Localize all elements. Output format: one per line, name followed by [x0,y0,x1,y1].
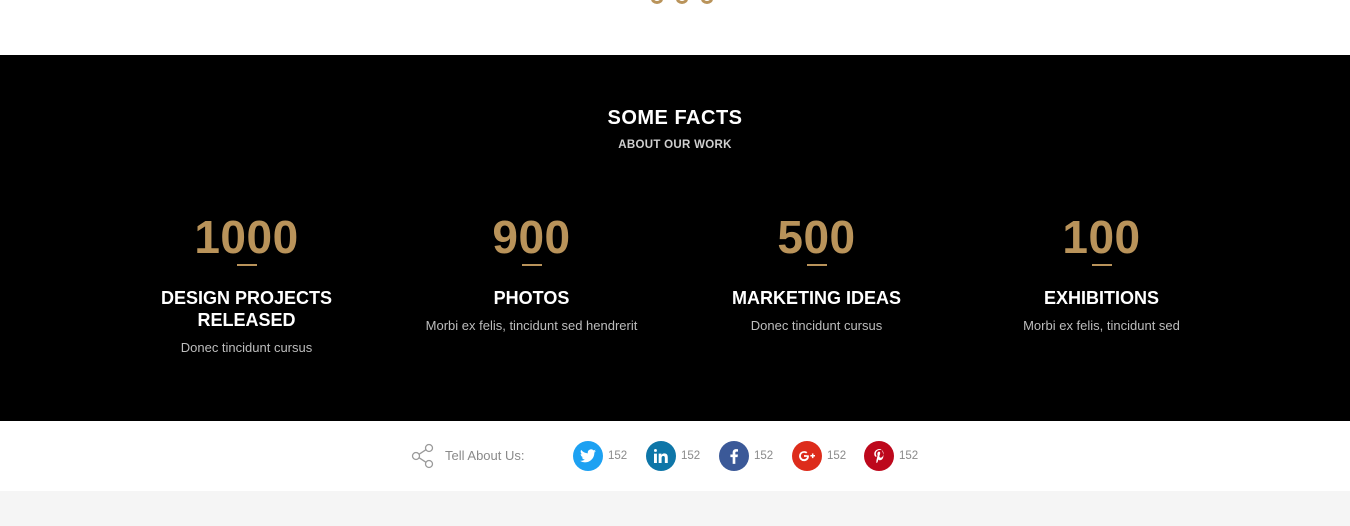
stat-item: 100 EXHIBITIONS Morbi ex felis, tincidun… [959,210,1244,335]
share-pinterest[interactable]: 152 [864,440,918,472]
top-section [0,0,1350,55]
stat-item: 900 PHOTOS Morbi ex felis, tincidunt sed… [389,210,674,335]
share-count: 152 [827,450,847,462]
slider-pagination [0,0,1350,4]
stat-divider [1091,264,1112,266]
stat-description: Morbi ex felis, tincidunt sed hendrerit [425,318,638,333]
stat-number: 900 [492,211,571,263]
stat-title: PHOTOS [493,288,570,308]
slider-dot[interactable] [676,0,688,4]
share-label: Tell About Us: [445,448,525,463]
slider-dot[interactable] [651,0,663,4]
share-facebook[interactable]: 152 [719,440,773,472]
stat-number: 100 [1062,211,1141,263]
share-icon [411,443,435,469]
share-count: 152 [754,450,774,462]
stat-divider [806,264,827,266]
share-count: 152 [899,450,919,462]
share-count: 152 [681,450,701,462]
stat-number: 1000 [194,211,299,263]
bottom-section [0,491,1350,526]
linkedin-icon[interactable] [646,441,676,471]
share-bar: Tell About Us: 152 152 152 152 152 [0,421,1350,491]
facts-title: SOME FACTS [607,107,743,129]
share-count: 152 [608,450,628,462]
slider-dot[interactable] [701,0,713,4]
stat-title: DESIGN PROJECTS RELEASED [160,288,333,330]
google-plus-icon[interactable] [792,441,822,471]
share-google-plus[interactable]: 152 [792,440,846,472]
facts-section: SOME FACTS ABOUT OUR WORK 1000 DESIGN PR… [0,55,1350,421]
stat-description: Donec tincidunt cursus [180,340,313,355]
facts-subtitle: ABOUT OUR WORK [618,139,732,151]
twitter-icon[interactable] [573,441,603,471]
stat-title: MARKETING IDEAS [731,288,901,308]
stat-divider [521,264,542,266]
stat-item: 1000 DESIGN PROJECTS RELEASED Donec tinc… [104,210,389,357]
stat-divider [236,264,257,266]
stat-description: Donec tincidunt cursus [750,318,883,333]
stat-description: Morbi ex felis, tincidunt sed [1023,318,1180,333]
facebook-icon[interactable] [719,441,749,471]
stat-item: 500 MARKETING IDEAS Donec tincidunt curs… [674,210,959,335]
stat-title: EXHIBITIONS [1043,288,1159,308]
share-twitter[interactable]: 152 [573,440,627,472]
stat-number: 500 [777,211,856,263]
share-linkedin[interactable]: 152 [646,440,700,472]
pinterest-icon[interactable] [864,441,894,471]
